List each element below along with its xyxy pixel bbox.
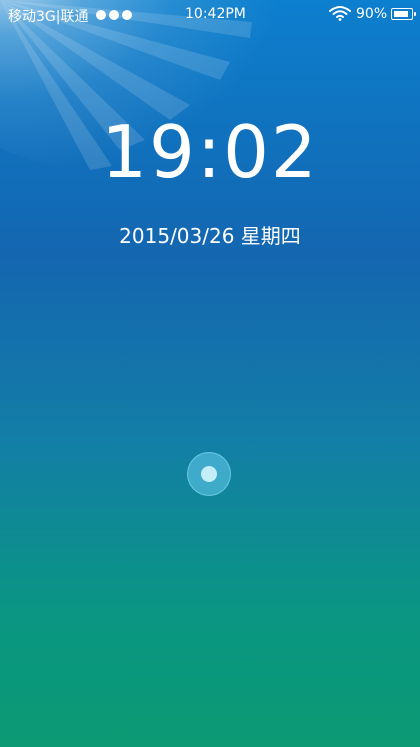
battery-percentage: 90% (356, 6, 388, 22)
signal-dot (109, 10, 119, 20)
battery-icon (391, 8, 416, 20)
unlock-handle-icon (201, 466, 217, 482)
lockscreen-date: 2015/03/26 星期四 (119, 224, 301, 248)
wifi-icon (329, 6, 351, 21)
unlock-handle-button[interactable] (187, 452, 231, 496)
battery-level-fill (394, 11, 408, 17)
lockscreen: 移动3G|联通 10:42PM 90% 19:02 2015/03/26 星期四 (0, 0, 420, 747)
carrier-label: 移动3G|联通 (8, 9, 89, 25)
signal-dot (96, 10, 106, 20)
signal-dot (122, 10, 132, 20)
status-bar: 移动3G|联通 10:42PM 90% (0, 0, 420, 28)
status-time: 10:42PM (185, 6, 246, 22)
lockscreen-clock: 19:02 (101, 110, 319, 194)
signal-strength-icon (96, 10, 132, 20)
